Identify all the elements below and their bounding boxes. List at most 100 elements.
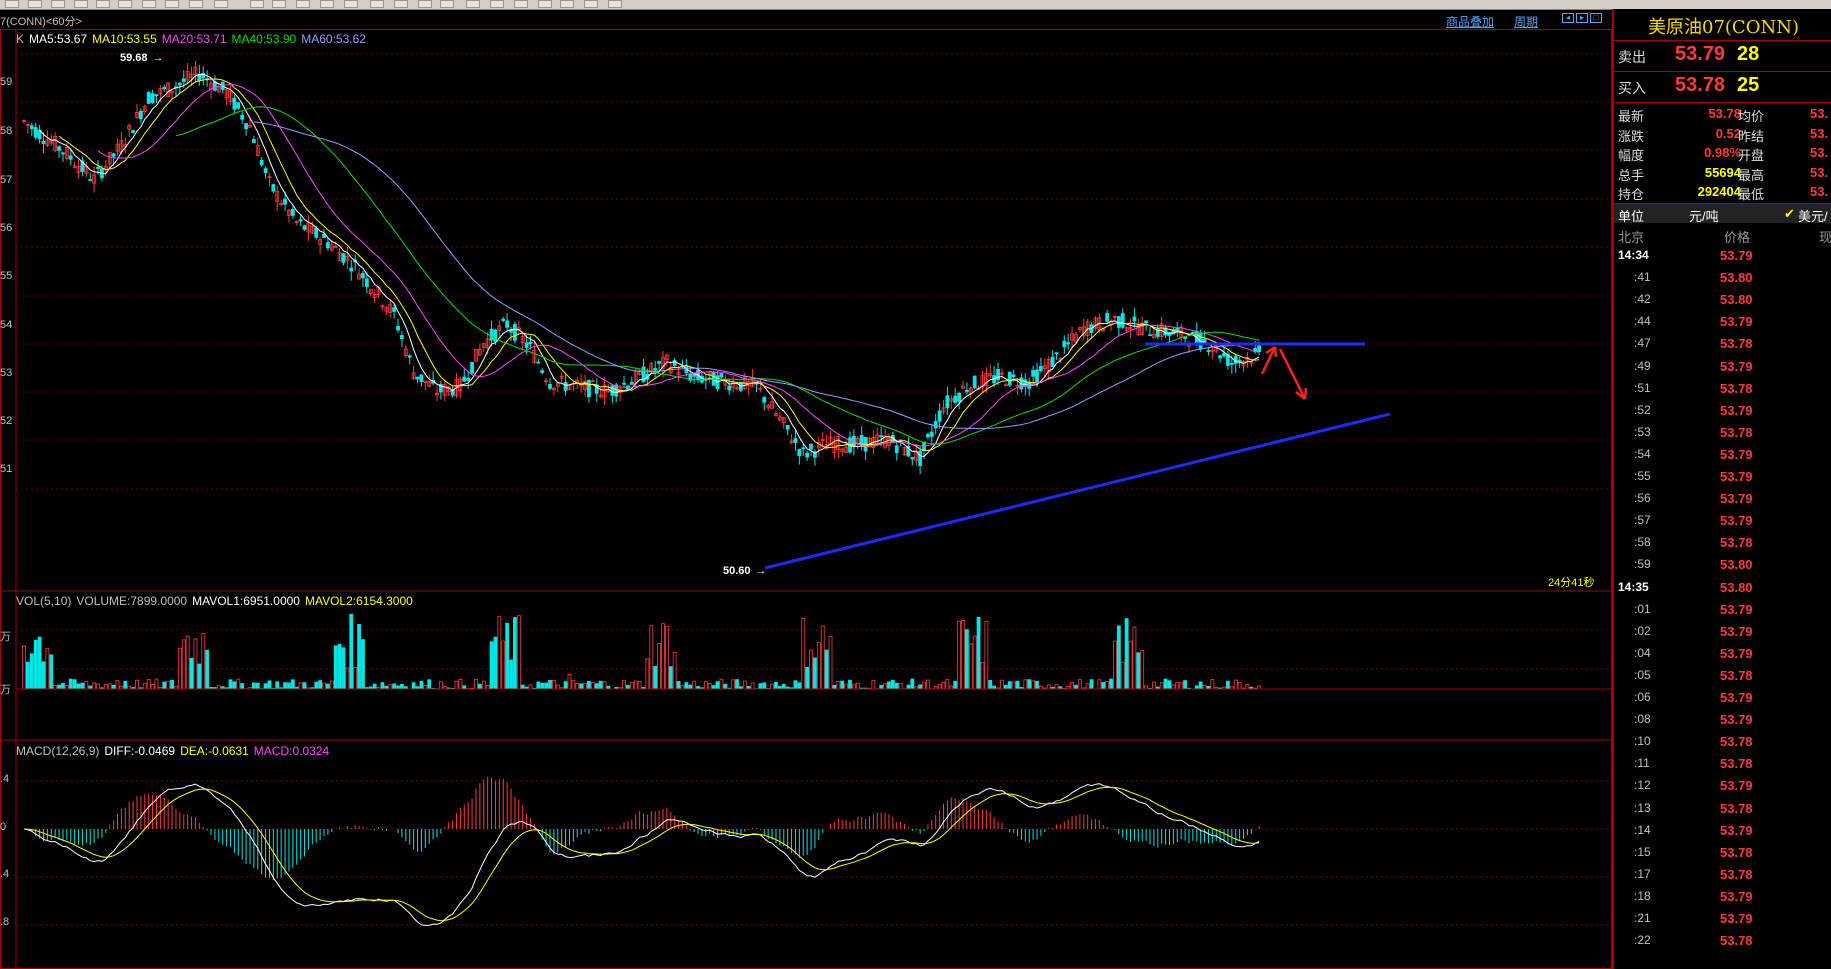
volume-bar bbox=[251, 682, 256, 690]
volume-bar bbox=[840, 680, 845, 690]
tick-time: :14 bbox=[1634, 822, 1651, 837]
y-tick-label: .8 bbox=[0, 916, 10, 928]
candle-body bbox=[797, 449, 802, 456]
volume-bar bbox=[851, 683, 856, 690]
overlay-link[interactable]: 商品叠加 bbox=[1446, 13, 1494, 30]
candle-body bbox=[851, 435, 856, 448]
zoom-out-icon[interactable]: ◂ bbox=[1562, 13, 1574, 23]
check-icon[interactable]: ✔ bbox=[1784, 206, 1795, 222]
volume-bar bbox=[968, 643, 973, 690]
volume-bar bbox=[353, 666, 358, 690]
toolbar-button[interactable] bbox=[51, 0, 65, 8]
toolbar-button[interactable] bbox=[214, 0, 228, 8]
y-tick-label: 53 bbox=[0, 367, 13, 379]
toolbar-button[interactable] bbox=[394, 0, 408, 8]
toolbar-button[interactable] bbox=[320, 0, 334, 8]
volume-bar bbox=[544, 682, 548, 690]
tick-row: :15 53.78 bbox=[1618, 842, 1831, 864]
toolbar-button[interactable] bbox=[296, 0, 310, 8]
volume-bar bbox=[813, 657, 817, 690]
toolbar-button[interactable] bbox=[344, 0, 358, 8]
candle-body bbox=[88, 179, 93, 182]
toolbar-button[interactable] bbox=[28, 0, 42, 8]
candle-body bbox=[283, 198, 287, 205]
volume-bar bbox=[1070, 682, 1074, 690]
tick-row: :13 53.78 bbox=[1618, 798, 1831, 820]
volume-bar bbox=[1035, 680, 1039, 690]
candle-body bbox=[298, 219, 303, 222]
candle-body bbox=[68, 155, 73, 160]
toolbar-button[interactable] bbox=[608, 0, 622, 8]
tick-time: :12 bbox=[1634, 778, 1651, 793]
stat-value-2: 53. bbox=[1810, 125, 1829, 141]
volume-bar bbox=[236, 678, 241, 690]
volume-bar bbox=[501, 640, 506, 690]
legend-item: VOL(5,10) bbox=[16, 594, 72, 608]
legend-item: MA20:53.71 bbox=[161, 32, 227, 46]
volume-bar bbox=[345, 667, 350, 690]
toolbar-button[interactable] bbox=[440, 0, 454, 8]
toolbar-button[interactable] bbox=[370, 0, 384, 8]
volume-bar bbox=[575, 683, 580, 690]
ask-label: 卖出 bbox=[1618, 49, 1646, 65]
ma10-line bbox=[58, 78, 1260, 452]
period-link[interactable]: 周期 bbox=[1514, 13, 1538, 30]
stat-row: 幅度 0.98% 开盘 53. bbox=[1618, 145, 1828, 164]
tick-time: :59 bbox=[1634, 557, 1651, 572]
candlestick-chart[interactable] bbox=[0, 29, 1612, 969]
toolbar-button[interactable] bbox=[165, 0, 179, 8]
currency-label[interactable]: 美元/ bbox=[1798, 206, 1828, 225]
volume-bar bbox=[287, 682, 291, 690]
toolbar-button[interactable] bbox=[142, 0, 156, 8]
volume-bar bbox=[555, 684, 560, 690]
tick-row: :22 53.78 bbox=[1618, 930, 1831, 952]
volume-bar bbox=[1113, 640, 1117, 690]
candle-body bbox=[879, 435, 884, 438]
chart-area[interactable]: K MA5:53.67 MA10:53.55 MA20:53.71 MA40:53.90… bbox=[0, 29, 1612, 969]
toolbar-button[interactable] bbox=[118, 0, 132, 8]
toolbar-button[interactable] bbox=[96, 0, 110, 8]
expand-icon[interactable]: □ bbox=[1590, 13, 1602, 23]
legend-item: MA40:53.90 bbox=[231, 32, 297, 46]
toolbar-button[interactable] bbox=[538, 0, 552, 8]
volume-bar bbox=[805, 667, 810, 690]
candle-body bbox=[1120, 313, 1125, 328]
candle-body bbox=[462, 376, 467, 382]
toolbar-button[interactable] bbox=[74, 0, 88, 8]
candle-body bbox=[470, 361, 474, 374]
candle-body bbox=[926, 433, 930, 438]
volume-bar bbox=[820, 625, 825, 690]
volume-bar bbox=[263, 683, 268, 690]
volume-bar bbox=[953, 680, 958, 690]
tick-time: :01 bbox=[1634, 601, 1651, 616]
zoom-in-icon[interactable]: ▸ bbox=[1576, 13, 1588, 23]
volume-bar bbox=[961, 619, 965, 690]
candle-body bbox=[251, 139, 256, 143]
volume-bar bbox=[774, 681, 778, 690]
candle-body bbox=[933, 420, 938, 429]
volume-bar bbox=[816, 642, 821, 690]
volume-bar bbox=[1046, 684, 1051, 690]
candle-body bbox=[929, 431, 934, 437]
stat-label: 幅度 bbox=[1618, 148, 1645, 163]
stat-label: 持仓 bbox=[1618, 187, 1645, 202]
toolbar-button[interactable] bbox=[418, 0, 432, 8]
toolbar-button[interactable] bbox=[514, 0, 528, 8]
toolbar-button[interactable] bbox=[466, 0, 480, 8]
volume-bar bbox=[1116, 625, 1121, 690]
volume-bar bbox=[1163, 678, 1168, 690]
volume-bar bbox=[123, 680, 128, 690]
legend-item: MA60:53.62 bbox=[301, 32, 366, 46]
toolbar-button[interactable] bbox=[560, 0, 574, 8]
volume-bar bbox=[1132, 626, 1137, 690]
toolbar-button[interactable] bbox=[189, 0, 203, 8]
toolbar-button[interactable] bbox=[490, 0, 504, 8]
candle-body bbox=[240, 114, 245, 120]
toolbar-button[interactable] bbox=[5, 0, 19, 8]
volume-bar bbox=[1097, 679, 1102, 690]
volume-bar bbox=[551, 679, 556, 690]
toolbar-button[interactable] bbox=[584, 0, 598, 8]
toolbar-button[interactable] bbox=[250, 0, 264, 8]
toolbar-button[interactable] bbox=[272, 0, 286, 8]
volume-bar bbox=[1007, 681, 1012, 690]
